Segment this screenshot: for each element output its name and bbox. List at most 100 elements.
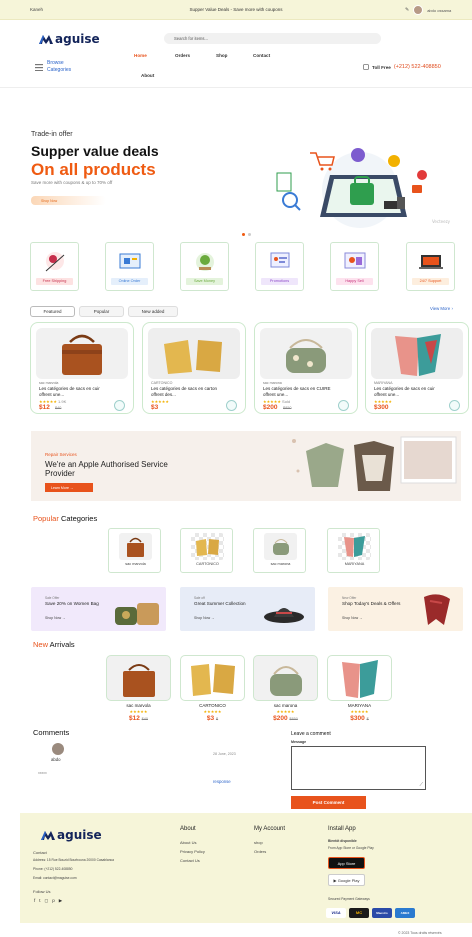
product-old-price: $40 (55, 406, 62, 410)
paper-bag-image (164, 340, 222, 374)
nav-shop[interactable]: Shop (216, 53, 227, 58)
footer-contact-heading: Contact (33, 850, 47, 855)
category-image (264, 533, 297, 560)
comment-date: 28 June, 2023 (213, 752, 236, 756)
arrival-image[interactable] (327, 655, 392, 701)
product-card[interactable]: sac marona Les catégories de sacs en CUI… (254, 322, 358, 414)
nav-orders[interactable]: Orders (175, 53, 190, 58)
product-image[interactable] (260, 328, 352, 379)
promo-link[interactable]: Shop Now → (45, 616, 66, 620)
happy-sell-icon (344, 252, 366, 269)
arrival-name[interactable]: sac marona (253, 703, 318, 708)
service-label: Happy Sell (336, 278, 373, 285)
resize-handle-icon[interactable]: ⟋ (419, 782, 423, 788)
product-card[interactable]: CARTONICO Les catégories de sacs en cart… (142, 322, 246, 414)
add-to-cart-icon[interactable] (338, 400, 349, 411)
arrival-name[interactable]: sac marvola (106, 703, 171, 708)
app-store-button[interactable]: App Store (328, 857, 365, 869)
promo-title: Shop Today's Deals & Offers (342, 601, 401, 606)
footer-account-heading: My Account (254, 826, 286, 832)
tab-new-added[interactable]: New added (128, 306, 178, 317)
support-icon (419, 255, 443, 269)
view-more-link[interactable]: View More › (430, 306, 453, 311)
online-order-icon (119, 253, 141, 269)
category-image (119, 533, 152, 560)
product-image[interactable] (371, 328, 463, 379)
footer-link-orders[interactable]: Orders (254, 849, 266, 854)
shop-now-button[interactable]: Shop Now (31, 196, 106, 205)
facebook-icon[interactable]: f (34, 898, 35, 904)
add-to-cart-icon[interactable] (449, 400, 460, 411)
service-label: Online Order (111, 278, 148, 285)
category-image (191, 533, 224, 560)
product-name[interactable]: Les catégories de sacs en cuir offrent u… (39, 386, 109, 397)
learn-more-button[interactable]: Learn More → (45, 483, 93, 492)
add-to-cart-icon[interactable] (226, 400, 237, 411)
arrival-image[interactable] (253, 655, 318, 701)
toll-number[interactable]: (+212) 522-408850 (394, 64, 441, 70)
arrival-name[interactable]: MARIYANA (327, 703, 392, 708)
product-card[interactable]: sac marvola Les catégories de sacs en cu… (30, 322, 134, 414)
product-image[interactable] (36, 328, 128, 379)
promo-banner-deals[interactable]: New Offer Shop Today's Deals & Offers Sh… (328, 587, 463, 631)
avatar[interactable] (413, 5, 424, 15)
arrival-name[interactable]: CARTONICO (180, 703, 245, 708)
category-card[interactable]: MARIYANA (327, 528, 380, 573)
footer-link-shop[interactable]: shop (254, 840, 263, 845)
twitter-icon[interactable]: t (39, 898, 40, 904)
new-arrivals-title: New Arrivals (33, 640, 75, 649)
promo-banner-women-bag[interactable]: Sale Offer Save 20% on Women Bag Shop No… (31, 587, 166, 631)
product-image[interactable] (148, 328, 240, 379)
scarf-image (424, 594, 450, 625)
search-input[interactable]: Search for items... (164, 33, 381, 44)
product-name[interactable]: Les catégories de sacs en carton offrent… (151, 386, 221, 397)
nav-about[interactable]: About (141, 73, 154, 78)
pinterest-icon[interactable]: p (52, 898, 55, 904)
footer-link-contact[interactable]: Contact Us (180, 858, 200, 863)
promo-link[interactable]: Shop Now → (342, 616, 363, 620)
clothes-image (292, 436, 457, 491)
service-label: Free Shipping (36, 278, 73, 285)
product-name[interactable]: Les catégories de sacs en CUIRE offrent … (263, 386, 333, 397)
tab-featured[interactable]: Featured (30, 306, 75, 317)
category-card[interactable]: CARTONICO (180, 528, 233, 573)
browse-categories-button[interactable]: Browse Categories (35, 60, 87, 74)
message-textarea[interactable]: ⟋ (291, 746, 426, 790)
add-to-cart-icon[interactable] (114, 400, 125, 411)
hero-illustration: Vecteezy (276, 148, 451, 228)
user-name[interactable]: abdo ossama (427, 8, 451, 13)
tab-popular[interactable]: Popular (79, 306, 124, 317)
product-card[interactable]: MARIYANA Les catégories de sacs en cuir … (365, 322, 469, 414)
footer-logo[interactable]: aguise (40, 828, 102, 842)
nav-contact[interactable]: Contact (253, 53, 270, 58)
product-old-price: $850 (283, 406, 292, 410)
arrival-image[interactable] (180, 655, 245, 701)
reply-link[interactable]: response (213, 779, 231, 784)
leave-comment-title: Leave a comment (291, 731, 331, 737)
category-card[interactable]: sac marona (253, 528, 306, 573)
nav-home[interactable]: Home (134, 53, 147, 58)
promo-link[interactable]: Shop Now → (194, 616, 215, 620)
post-comment-button[interactable]: Post Comment (291, 796, 366, 809)
pink-bag-image (395, 334, 441, 376)
logo-mark-icon (41, 831, 55, 840)
user-menu[interactable]: ✎ abdo ossama (405, 5, 451, 15)
service-label: Save Money (186, 278, 223, 285)
promo-banner-summer[interactable]: Sale off Great Summer Collection Shop No… (180, 587, 315, 631)
copyright: © 2023 Tous droits réservés (398, 931, 442, 935)
arrival-price: $200 $850 (273, 715, 298, 722)
arrival-info: sac marona ★★★★★ $200 $850 (253, 703, 318, 722)
arrival-rating: ★★★★★ (276, 709, 295, 714)
footer-link-privacy[interactable]: Privacy Policy (180, 849, 205, 854)
brand-logo[interactable]: aguise (38, 32, 100, 46)
footer-link-about[interactable]: About Us (180, 840, 196, 845)
arrival-image[interactable] (106, 655, 171, 701)
google-play-button[interactable]: ▶ Google Play (328, 874, 365, 886)
product-name[interactable]: Les catégories de sacs en cuir offrent u… (374, 386, 444, 397)
instagram-icon[interactable]: ◻ (45, 898, 49, 904)
category-card[interactable]: sac marvola (108, 528, 161, 573)
hero-subtitle: Save more with coupons & up to 70% off (31, 180, 113, 185)
edit-icon[interactable]: ✎ (405, 7, 409, 13)
carousel-dots[interactable] (242, 233, 251, 236)
youtube-icon[interactable]: ▶ (59, 898, 62, 904)
